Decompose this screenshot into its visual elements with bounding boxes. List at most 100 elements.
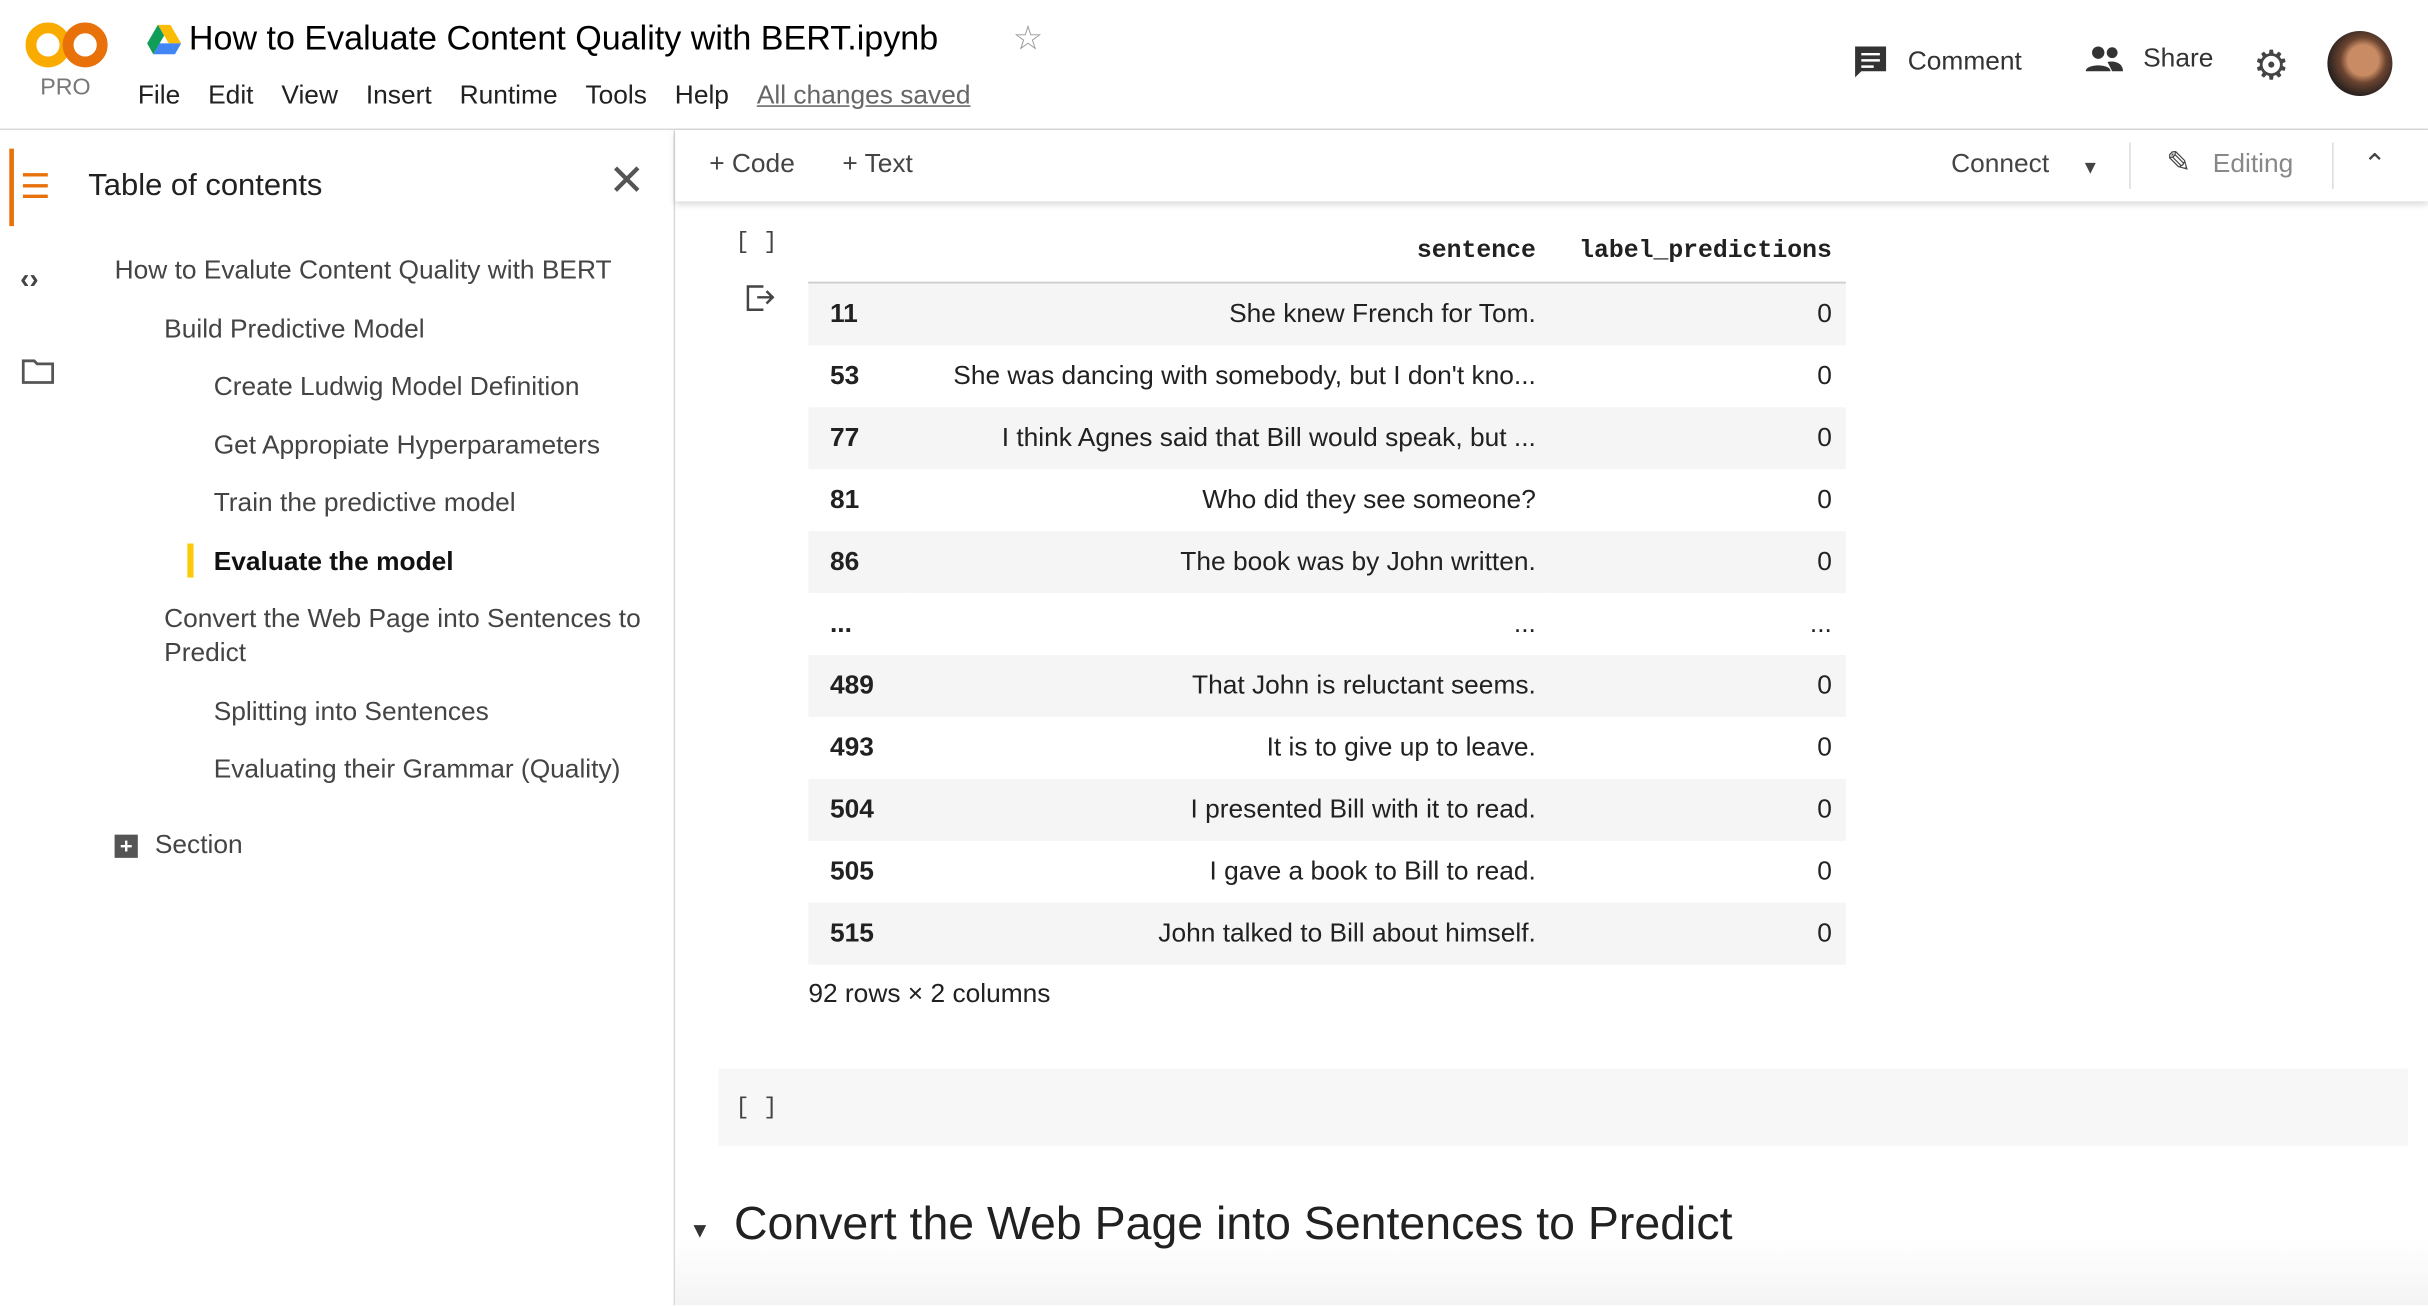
- column-header-label-predictions: label_predictions: [1549, 219, 1846, 284]
- divider: [2129, 142, 2131, 189]
- toc-icon[interactable]: ☰: [20, 167, 51, 207]
- row-index: 81: [829, 484, 860, 515]
- share-label: Share: [2143, 43, 2214, 73]
- table-header-row: sentence label_predictions: [808, 219, 1846, 284]
- table-row: 493 It is to give up to leave. 0: [808, 717, 1845, 779]
- cell-run-indicator[interactable]: [ ]: [736, 1095, 778, 1121]
- prediction-cell: 0: [1549, 407, 1846, 470]
- table-row: 515 John talked to Bill about himself. 0: [808, 902, 1846, 965]
- comment-label: Comment: [1907, 46, 2022, 76]
- avatar[interactable]: [2327, 30, 2393, 97]
- star-icon[interactable]: ☆: [1013, 19, 1044, 59]
- prediction-cell: 0: [1817, 732, 1832, 762]
- header: PRO How to Evaluate Content Quality with…: [0, 0, 2428, 131]
- collapse-header-icon[interactable]: ⌃: [2363, 149, 2386, 182]
- menu-view[interactable]: View: [281, 81, 338, 112]
- prediction-cell: ...: [1809, 608, 1832, 638]
- toc-item[interactable]: How to Evalute Content Quality with BERT: [115, 254, 612, 288]
- row-index: 53: [829, 360, 860, 391]
- settings-icon[interactable]: ⚙: [2253, 42, 2289, 90]
- divider: [2332, 142, 2334, 189]
- plan-label: PRO: [40, 74, 91, 101]
- column-header-index: [808, 219, 906, 284]
- prediction-cell: 0: [1549, 902, 1846, 965]
- menu-bar: File Edit View Insert Runtime Tools Help…: [138, 81, 971, 112]
- output-icon[interactable]: [745, 282, 776, 313]
- menu-file[interactable]: File: [138, 81, 180, 112]
- table-row: 504 I presented Bill with it to read. 0: [808, 778, 1846, 841]
- editing-mode-button[interactable]: Editing: [2213, 149, 2293, 180]
- prediction-cell: 0: [1549, 282, 1846, 346]
- notebook-title[interactable]: How to Evaluate Content Quality with BER…: [189, 19, 938, 59]
- row-index: 86: [808, 531, 906, 594]
- notebook-toolbar: + Code + Text Connect ▼ ✎ Editing ⌃: [675, 130, 2428, 202]
- plus-box-icon: +: [114, 833, 138, 858]
- table-of-contents: Table of contents ✕ How to Evalute Conte…: [74, 130, 676, 1306]
- prediction-cell: 0: [1549, 778, 1846, 841]
- active-rail-marker: [9, 148, 14, 227]
- column-header-sentence: sentence: [905, 219, 1550, 284]
- sentence-cell: John talked to Bill about himself.: [905, 902, 1550, 965]
- table-row: 53 She was dancing with somebody, but I d…: [808, 345, 1845, 407]
- dataframe-shape: 92 rows × 2 columns: [808, 978, 1051, 1009]
- connect-button[interactable]: Connect: [1951, 149, 2049, 180]
- comment-icon: [1855, 46, 1887, 78]
- toc-item[interactable]: Convert the Web Page into Sentences to P…: [164, 602, 660, 670]
- table-row: 77 I think Agnes said that Bill would spe…: [808, 407, 1846, 470]
- toc-item[interactable]: Train the predictive model: [214, 486, 516, 520]
- menu-tools[interactable]: Tools: [585, 81, 646, 112]
- menu-insert[interactable]: Insert: [366, 81, 432, 112]
- code-snippets-icon[interactable]: ‹›: [20, 263, 39, 296]
- add-code-button[interactable]: + Code: [709, 149, 795, 180]
- empty-code-cell[interactable]: [ ]: [718, 1068, 2408, 1146]
- share-button[interactable]: Share: [2084, 43, 2213, 74]
- sentence-cell: That John is reluctant seems.: [905, 655, 1550, 717]
- sentence-cell: Who did they see someone?: [1202, 484, 1536, 515]
- toc-item[interactable]: Create Ludwig Model Definition: [214, 370, 580, 404]
- row-index: 493: [829, 732, 874, 762]
- add-section-button[interactable]: + Section: [114, 828, 243, 862]
- colab-logo[interactable]: [25, 19, 109, 72]
- cell-run-indicator[interactable]: [ ]: [736, 229, 778, 255]
- table-row: 489 That John is reluctant seems. 0: [808, 655, 1846, 717]
- sentence-cell: I presented Bill with it to read.: [905, 778, 1550, 841]
- add-section-label: Section: [154, 829, 243, 860]
- toc-item[interactable]: Build Predictive Model: [164, 313, 424, 347]
- row-index: 11: [808, 282, 906, 346]
- comment-button[interactable]: Comment: [1852, 43, 2022, 80]
- sentence-cell: It is to give up to leave.: [1266, 732, 1536, 762]
- sentence-cell: The book was by John written.: [905, 531, 1550, 594]
- prediction-cell: 0: [1817, 484, 1832, 515]
- menu-edit[interactable]: Edit: [208, 81, 253, 112]
- dataframe-table: sentence label_predictions 11 She knew Fr…: [808, 219, 1846, 965]
- toc-item-active[interactable]: Evaluate the model: [214, 545, 454, 579]
- sentence-cell: She knew French for Tom.: [905, 282, 1550, 346]
- prediction-cell: 0: [1549, 655, 1846, 717]
- toc-title: Table of contents: [88, 168, 323, 203]
- side-rail: ☰ ‹›: [0, 130, 74, 1305]
- pencil-icon: ✎: [2166, 147, 2192, 180]
- toc-item[interactable]: Get Appropiate Hyperparameters: [214, 429, 600, 463]
- sentence-cell: She was dancing with somebody, but I don…: [953, 360, 1536, 391]
- row-index: 505: [829, 856, 874, 886]
- add-text-button[interactable]: + Text: [842, 149, 913, 180]
- toc-item[interactable]: Splitting into Sentences: [214, 695, 489, 729]
- table-row: 505 I gave a book to Bill to read. 0: [808, 841, 1845, 903]
- folder-icon[interactable]: [21, 359, 55, 384]
- row-index: ...: [829, 608, 852, 638]
- prediction-cell: 0: [1549, 531, 1846, 594]
- save-status[interactable]: All changes saved: [757, 81, 971, 112]
- table-row: 81 Who did they see someone? 0: [808, 469, 1845, 531]
- row-index: 489: [808, 655, 906, 717]
- collapse-section-icon[interactable]: ▼: [689, 1217, 710, 1242]
- active-item-marker: [187, 543, 194, 578]
- close-icon[interactable]: ✕: [609, 155, 645, 206]
- table-row: .........: [808, 593, 1845, 655]
- toc-item[interactable]: Evaluating their Grammar (Quality): [214, 753, 621, 787]
- sentence-cell: I think Agnes said that Bill would speak…: [905, 407, 1550, 470]
- sentence-cell: I gave a book to Bill to read.: [1209, 856, 1536, 886]
- row-index: 515: [808, 902, 906, 965]
- menu-help[interactable]: Help: [675, 81, 729, 112]
- dropdown-icon[interactable]: ▼: [2081, 156, 2099, 178]
- menu-runtime[interactable]: Runtime: [460, 81, 558, 112]
